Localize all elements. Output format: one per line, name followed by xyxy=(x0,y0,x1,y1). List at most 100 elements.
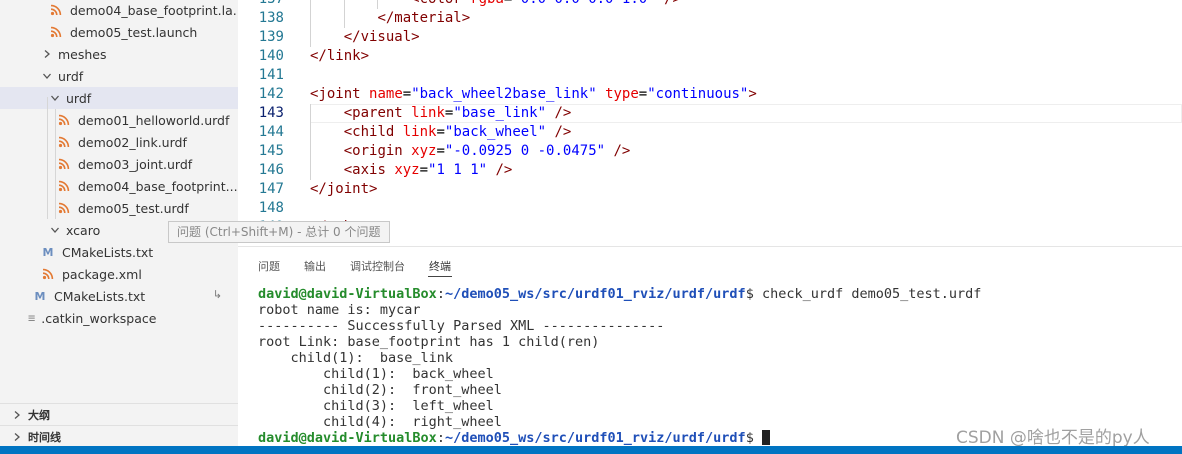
code-line[interactable]: 148 xyxy=(238,199,1182,218)
terminal-output-line: child(4): right_wheel xyxy=(258,414,502,430)
code-text: </material> xyxy=(377,10,471,26)
terminal-path: ~/demo05_ws/src/urdf01_rviz/urdf/urdf xyxy=(444,286,746,302)
active-tab-indicator xyxy=(428,276,452,277)
tab-problems[interactable]: 问题 xyxy=(258,258,280,274)
terminal-cursor xyxy=(761,430,770,445)
chevron-right-icon xyxy=(42,49,52,59)
explorer-item-label: xcaro xyxy=(66,222,101,238)
explorer-file-item[interactable]: demo01_helloworld.urdf xyxy=(0,109,238,131)
explorer-file-item[interactable]: package.xml xyxy=(0,263,238,285)
explorer-file-item[interactable]: M CMakeLists.txt ↳ xyxy=(0,285,238,307)
status-bar xyxy=(0,446,1182,454)
explorer-item-label: meshes xyxy=(58,46,107,62)
terminal-output-line: ---------- Successfully Parsed XML -----… xyxy=(258,318,665,334)
explorer-item-label: demo05_test.urdf xyxy=(78,200,189,216)
terminal-prompt-line: david@david-VirtualBox:~/demo05_ws/src/u… xyxy=(258,430,770,446)
explorer-item-label: CMakeLists.txt xyxy=(54,288,146,304)
explorer-item-label: CMakeLists.txt xyxy=(62,244,154,260)
tree-indent-guide xyxy=(55,109,56,219)
explorer-item-label: demo02_link.urdf xyxy=(78,134,187,150)
indent-guide xyxy=(310,161,311,180)
rss-icon xyxy=(50,26,62,38)
panel-tabs: 问题 输出 调试控制台 终端 xyxy=(238,247,1182,281)
explorer-file-item[interactable]: demo02_link.urdf xyxy=(0,131,238,153)
rss-icon xyxy=(58,202,70,214)
watermark: CSDN @啥也不是的py人 xyxy=(956,428,1150,448)
code-text: <joint name="back_wheel2base_link" type=… xyxy=(310,86,757,102)
indent-guide xyxy=(310,0,311,9)
line-number: 147 xyxy=(258,181,284,197)
explorer-folder-item[interactable]: urdf xyxy=(0,87,238,109)
line-number: 137 xyxy=(238,0,284,9)
explorer-file-item[interactable]: demo04_base_footprint.la... xyxy=(0,0,238,21)
indent-guide xyxy=(310,142,311,161)
terminal-output-line: child(1): base_link xyxy=(258,350,454,366)
explorer-file-item[interactable]: demo03_joint.urdf xyxy=(0,153,238,175)
explorer-file-item[interactable]: ≡ .catkin_workspace xyxy=(0,307,238,329)
line-number: 138 xyxy=(258,10,284,26)
outline-section-label: 大纲 xyxy=(28,408,50,422)
timeline-section[interactable]: 时间线 xyxy=(0,425,238,447)
code-text: </link> xyxy=(310,48,370,64)
indent-guide xyxy=(310,123,311,142)
terminal-output-line: child(1): back_wheel xyxy=(258,366,494,382)
outline-section[interactable]: 大纲 xyxy=(0,403,238,425)
explorer-item-label: demo01_helloworld.urdf xyxy=(78,112,230,128)
line-number: 148 xyxy=(258,200,284,216)
code-text: <parent link="base_link" /> xyxy=(343,105,572,121)
rss-icon xyxy=(58,114,70,126)
rss-icon xyxy=(58,158,70,170)
code-line[interactable]: 137 <color rgba="0.0 0.0 0.0 1.0" /> xyxy=(238,0,1182,9)
tab-output[interactable]: 输出 xyxy=(304,258,326,274)
code-line[interactable]: 143 <parent link="base_link" /> xyxy=(238,104,1182,123)
code-line[interactable]: 138 </material> xyxy=(238,9,1182,28)
code-line[interactable]: 145 <origin xyz="-0.0925 0 -0.0475" /> xyxy=(238,142,1182,161)
explorer-folder-item[interactable]: meshes xyxy=(0,43,238,65)
explorer-file-item[interactable]: M CMakeLists.txt xyxy=(0,241,238,263)
line-number: 139 xyxy=(258,29,284,45)
explorer-item-label: demo05_test.launch xyxy=(70,24,198,40)
code-line[interactable]: 146 <axis xyz="1 1 1" /> xyxy=(238,161,1182,180)
rss-icon xyxy=(50,4,62,16)
explorer-file-item[interactable]: demo04_base_footprint.... xyxy=(0,175,238,197)
cmake-icon: M xyxy=(34,289,46,303)
terminal-output-line: child(3): left_wheel xyxy=(258,398,494,414)
bottom-panel: 问题 输出 调试控制台 终端 david@david-VirtualBox:~/… xyxy=(238,246,1182,446)
terminal-path: ~/demo05_ws/src/urdf01_rviz/urdf/urdf xyxy=(444,430,746,446)
code-line[interactable]: 142 <joint name="back_wheel2base_link" ty… xyxy=(238,85,1182,104)
code-line[interactable]: 144 <child link="back_wheel" /> xyxy=(238,123,1182,142)
indent-guide xyxy=(343,9,345,28)
git-status-icon: ↳ xyxy=(212,288,222,301)
explorer-item-label: demo04_base_footprint.... xyxy=(78,178,238,194)
tab-terminal[interactable]: 终端 xyxy=(429,258,451,274)
terminal-output-line: child(2): front_wheel xyxy=(258,382,502,398)
line-number: 140 xyxy=(258,48,284,64)
cmake-icon: M xyxy=(42,245,54,259)
code-editor[interactable]: 137 <color rgba="0.0 0.0 0.0 1.0" />138 … xyxy=(238,0,1182,246)
chevron-down-icon xyxy=(50,225,60,235)
chevron-down-icon xyxy=(50,93,60,103)
code-line[interactable]: 140 </link> xyxy=(238,47,1182,66)
explorer-file-item[interactable]: demo05_test.urdf xyxy=(0,197,238,219)
indent-guide xyxy=(310,104,311,123)
explorer-folder-item[interactable]: urdf xyxy=(0,65,238,87)
line-number: 141 xyxy=(258,67,284,83)
code-text: <color rgba="0.0 0.0 0.0 1.0" /> xyxy=(310,0,681,9)
rss-icon xyxy=(42,268,54,280)
terminal-separator: : xyxy=(436,286,445,302)
tab-debug-console[interactable]: 调试控制台 xyxy=(350,258,405,274)
code-text: </visual> xyxy=(343,29,420,45)
code-line[interactable]: 141 xyxy=(238,66,1182,85)
code-line[interactable]: 139 </visual> xyxy=(238,28,1182,47)
terminal-output-line: root Link: base_footprint has 1 child(re… xyxy=(258,334,600,350)
explorer-file-item[interactable]: demo05_test.launch xyxy=(0,21,238,43)
code-text: <origin xyz="-0.0925 0 -0.0475" /> xyxy=(343,143,631,159)
rss-icon xyxy=(58,136,70,148)
explorer-item-label: .catkin_workspace xyxy=(41,310,157,326)
explorer-item-label: demo03_joint.urdf xyxy=(78,156,193,172)
indent-guide xyxy=(310,28,311,47)
rss-icon xyxy=(58,180,70,192)
code-line[interactable]: 147 </joint> xyxy=(238,180,1182,199)
line-number: 146 xyxy=(258,162,284,178)
terminal-separator: : xyxy=(436,430,445,446)
